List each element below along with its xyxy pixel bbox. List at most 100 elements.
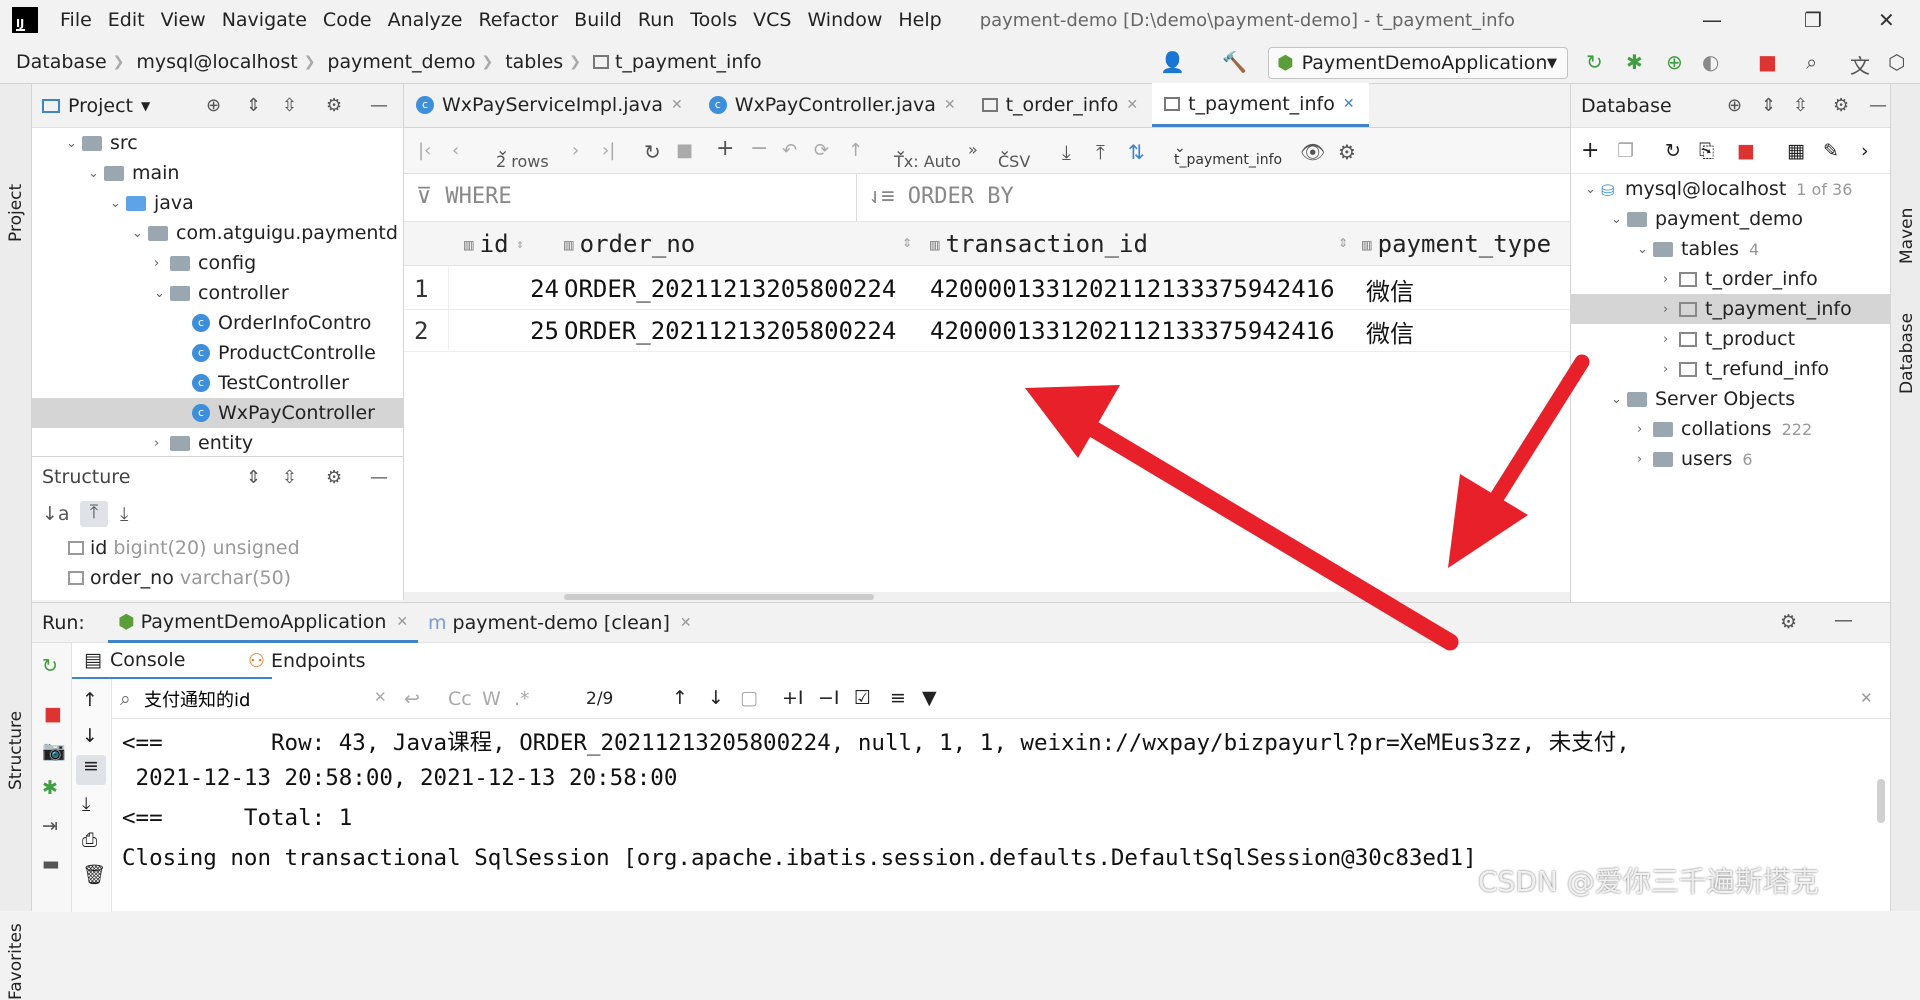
stop-icon[interactable]: ■ [676, 140, 693, 161]
console-search-input[interactable] [144, 685, 324, 713]
sort-icon[interactable]: ⇕ [902, 236, 912, 250]
chevron-right-icon[interactable]: › [1637, 422, 1653, 437]
table-row[interactable]: 1 24 ORDER_20211213205800224 42000013312021… [404, 268, 1570, 310]
minimize-icon[interactable]: — [1702, 8, 1722, 32]
locate-icon[interactable]: ⊕ [206, 95, 221, 116]
table-cell[interactable]: 微信 [1366, 268, 1566, 310]
plugin-icon[interactable]: ⬡ [1888, 50, 1905, 74]
gear-icon[interactable]: ⚙ [326, 95, 342, 116]
rerun-icon[interactable]: ↻ [42, 655, 58, 677]
build-hammer-icon[interactable]: 🔨 [1222, 50, 1247, 74]
tab-wxpaycontroller[interactable]: c WxPayController.java ✕ [697, 83, 970, 127]
debug-icon[interactable]: ✱ [1626, 50, 1643, 74]
gear-icon[interactable]: ⚙ [1780, 611, 1797, 633]
up-icon[interactable]: ↑ [82, 689, 98, 711]
project-tree-node[interactable]: ⌄ java [32, 188, 403, 218]
remove-occurrence-icon[interactable]: −I [818, 687, 840, 709]
menu-file[interactable]: File [52, 9, 100, 31]
view-icon[interactable]: 👁 [1300, 140, 1325, 164]
menu-analyze[interactable]: Analyze [380, 9, 471, 31]
commit-icon[interactable]: ↑ [848, 140, 863, 161]
chevron-right-icon[interactable]: › [154, 256, 170, 271]
menu-tools[interactable]: Tools [682, 9, 745, 31]
download-icon[interactable]: ⤓ [1062, 140, 1071, 164]
database-tree-node[interactable]: › t_product [1571, 324, 1890, 354]
project-tree-node[interactable]: ⌄ com.atguigu.paymentd [32, 218, 403, 248]
collapse-all-icon[interactable]: ⇳ [282, 95, 297, 116]
prev-page-icon[interactable]: ‹ [452, 140, 459, 161]
down-icon[interactable]: ↓ [82, 725, 98, 747]
close-tab-icon[interactable]: ✕ [680, 615, 692, 631]
whole-word-icon[interactable]: W [482, 688, 501, 710]
database-tree-node[interactable]: ⌄ ⛁ mysql@localhost 1 of 36 [1571, 174, 1890, 204]
favorites-tool-button[interactable]: Favorites [6, 923, 26, 1000]
stop-icon[interactable]: ■ [44, 703, 62, 725]
table-cell[interactable]: 24 [464, 268, 559, 310]
collapse-all-icon[interactable]: ⇳ [282, 467, 297, 488]
close-tab-icon[interactable]: ✕ [1343, 96, 1355, 112]
add-row-icon[interactable]: + [716, 136, 734, 161]
tab-endpoints[interactable]: ⚇ Endpoints [248, 643, 366, 679]
clear-search-icon[interactable]: ✕ [374, 688, 387, 706]
coverage-icon[interactable]: ⊕ [1666, 50, 1683, 74]
expand-all-icon[interactable]: ⇕ [246, 467, 261, 488]
sort-alpha-icon[interactable]: ↓a [42, 503, 70, 525]
project-tree-node[interactable]: ⌄ controller [32, 278, 403, 308]
last-page-icon[interactable]: ›| [602, 140, 615, 161]
run-configuration-select[interactable]: ⬢ PaymentDemoApplication ▼ [1268, 47, 1568, 79]
database-tool-button[interactable]: Database [1897, 313, 1917, 394]
structure-tool-button[interactable]: Structure [6, 711, 26, 790]
column-header-id[interactable]: ▥ id ⇕ [464, 222, 524, 266]
add-datasource-icon[interactable]: + [1581, 138, 1599, 163]
scroll-end-icon[interactable]: ⤓ [82, 793, 90, 815]
stop-icon[interactable]: ■ [1737, 140, 1755, 162]
chevron-right-icon[interactable]: › [1663, 332, 1679, 347]
chevron-right-icon[interactable]: › [1663, 302, 1679, 317]
database-tree-node[interactable]: ⌄ payment_demo [1571, 204, 1890, 234]
menu-vcs[interactable]: VCS [745, 9, 799, 31]
table-cell[interactable]: ORDER_20211213205800224 [564, 310, 924, 352]
database-tree-node[interactable]: ⌄ Server Objects [1571, 384, 1890, 414]
project-tree-node[interactable]: ⌄ main [32, 158, 403, 188]
table-cell[interactable]: ORDER_20211213205800224 [564, 268, 924, 310]
compare-icon[interactable]: ⇅ [1128, 140, 1145, 164]
breadcrumb-database[interactable]: Database ❯ [0, 51, 130, 73]
profile-icon[interactable]: ◐ [1702, 50, 1719, 74]
close-tab-icon[interactable]: ✕ [671, 97, 683, 113]
expand-all-icon[interactable]: ⇕ [1761, 95, 1776, 116]
menu-build[interactable]: Build [566, 9, 630, 31]
debug-icon[interactable]: ✱ [42, 777, 58, 799]
console-scrollbar[interactable] [1877, 779, 1885, 823]
chevron-down-icon[interactable]: ⌄ [1585, 182, 1601, 197]
table-cell[interactable]: 4200001331202112133375942416 [930, 268, 1360, 310]
where-filter-input[interactable]: ⊽ WHERE [416, 184, 512, 209]
database-tree-node[interactable]: › t_order_info [1571, 264, 1890, 294]
chevron-right-icon[interactable]: › [1663, 362, 1679, 377]
export-format-select[interactable]: CSV ⌄ [998, 140, 1030, 171]
expand-all-icon[interactable]: ⇕ [246, 95, 261, 116]
schema-icon[interactable]: ⎘ [1699, 140, 1714, 162]
chevron-down-icon[interactable]: ⌄ [1637, 242, 1653, 257]
database-tree-node[interactable]: › users 6 [1571, 444, 1890, 474]
locate-icon[interactable]: ⊕ [1727, 95, 1742, 116]
breadcrumb-datasource[interactable]: mysql@localhost ❯ [130, 51, 321, 73]
sort-icon[interactable]: ⇕ [1338, 236, 1348, 250]
project-tree-node[interactable]: c WxPayController [32, 398, 403, 428]
rows-count-select[interactable]: 2 rows ⌄ [496, 140, 549, 171]
show-fields-icon[interactable]: ⤓ [120, 503, 128, 525]
hide-icon[interactable]: — [370, 467, 388, 488]
column-header-order-no[interactable]: ▥ order_no [564, 222, 695, 266]
select-all-icon[interactable]: ▢ [740, 687, 758, 709]
breadcrumb-table[interactable]: t_payment_info [587, 51, 768, 73]
table-row[interactable]: 2 25 ORDER_20211213205800224 42000013312021… [404, 310, 1570, 352]
project-tree-node[interactable]: › entity [32, 428, 403, 458]
regex-icon[interactable]: .* [514, 688, 530, 710]
gear-icon[interactable]: ⚙ [1833, 95, 1849, 116]
search-history-icon[interactable]: ↩ [404, 688, 420, 710]
column-header-payment-type[interactable]: ▥ payment_type [1362, 222, 1551, 266]
breadcrumb-tables[interactable]: tables ❯ [499, 51, 587, 73]
close-tab-icon[interactable]: ✕ [1126, 97, 1138, 113]
print-icon[interactable]: ⎙ [82, 829, 97, 851]
close-icon[interactable]: ✕ [1878, 8, 1895, 32]
menu-code[interactable]: Code [315, 9, 380, 31]
